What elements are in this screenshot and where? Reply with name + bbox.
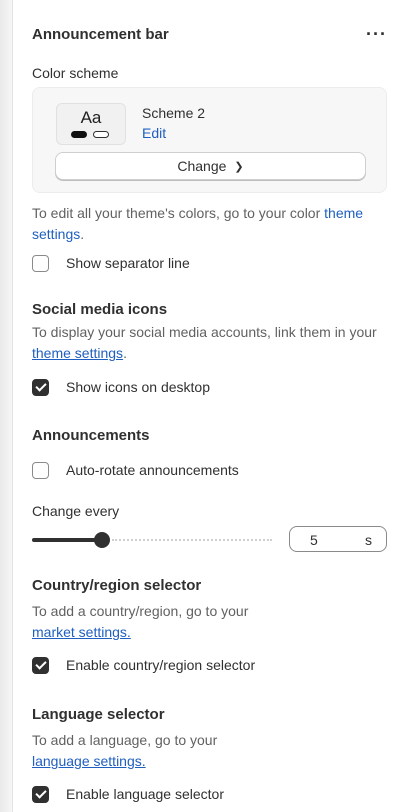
help-text: To add a country/region, go to your [32,603,249,619]
scheme-name: Scheme 2 [142,105,206,121]
theme-colors-help: To edit all your theme's colors, go to y… [32,203,387,245]
change-every-slider[interactable] [32,530,272,550]
auto-rotate-row[interactable]: Auto-rotate announcements [32,460,239,480]
help-text: To add a language, go to your [32,732,218,748]
show-icons-desktop-checkbox[interactable] [32,378,49,396]
color-scheme-card: Aa Scheme 2 Edit Change ❯ [32,87,387,193]
section-title: Announcement bar [32,26,169,43]
change-every-unit: s [365,532,372,548]
swatch-primary-dot [71,131,87,138]
language-selector-label: Enable language selector [66,786,225,802]
slider-track-fill [32,538,102,542]
help-suffix: . [80,226,85,242]
auto-rotate-label: Auto-rotate announcements [66,462,239,478]
scheme-edit-link[interactable]: Edit [142,125,166,141]
country-heading: Country/region selector [32,577,202,594]
country-selector-row[interactable]: Enable country/region selector [32,655,255,675]
country-help: To add a country/region, go to your mark… [32,601,387,643]
language-help: To add a language, go to your language s… [32,730,387,772]
social-help: To display your social media accounts, l… [32,322,387,364]
slider-thumb[interactable] [94,532,110,548]
help-suffix: . [123,345,127,361]
language-heading: Language selector [32,706,165,723]
panel-left-edge [0,0,13,812]
language-settings-link[interactable]: language settings. [32,753,146,769]
change-every-value: 5 [310,532,318,548]
change-scheme-button[interactable]: Change ❯ [55,152,366,180]
section-header: Announcement bar ··· [32,24,387,46]
social-theme-settings-link[interactable]: theme settings [32,345,123,361]
change-every-input[interactable]: 5 s [289,526,387,552]
country-selector-checkbox[interactable] [32,656,49,674]
show-icons-desktop-label: Show icons on desktop [66,379,210,395]
show-icons-desktop-row[interactable]: Show icons on desktop [32,377,210,397]
scheme-swatch[interactable]: Aa [56,103,126,145]
help-text: To edit all your theme's colors, go to y… [32,205,325,221]
chevron-down-icon: ❯ [234,160,244,173]
separator-checkbox-row[interactable]: Show separator line [32,253,190,273]
swatch-secondary-dot [93,131,109,138]
swatch-text: Aa [80,108,102,127]
change-every-label: Change every [32,503,120,519]
separator-checkbox[interactable] [32,254,49,272]
language-selector-checkbox[interactable] [32,785,49,803]
more-horizontal-icon[interactable]: ··· [366,24,387,45]
separator-label: Show separator line [66,255,190,271]
announcements-heading: Announcements [32,427,150,444]
social-heading: Social media icons [32,301,168,318]
color-scheme-label: Color scheme [32,65,119,81]
market-settings-link[interactable]: market settings. [32,624,131,640]
country-selector-label: Enable country/region selector [66,657,256,673]
help-text: To display your social media accounts, l… [32,324,377,340]
auto-rotate-checkbox[interactable] [32,461,49,479]
change-button-label: Change [177,158,227,174]
language-selector-row[interactable]: Enable language selector [32,784,224,804]
slider-track-rest [112,539,272,543]
